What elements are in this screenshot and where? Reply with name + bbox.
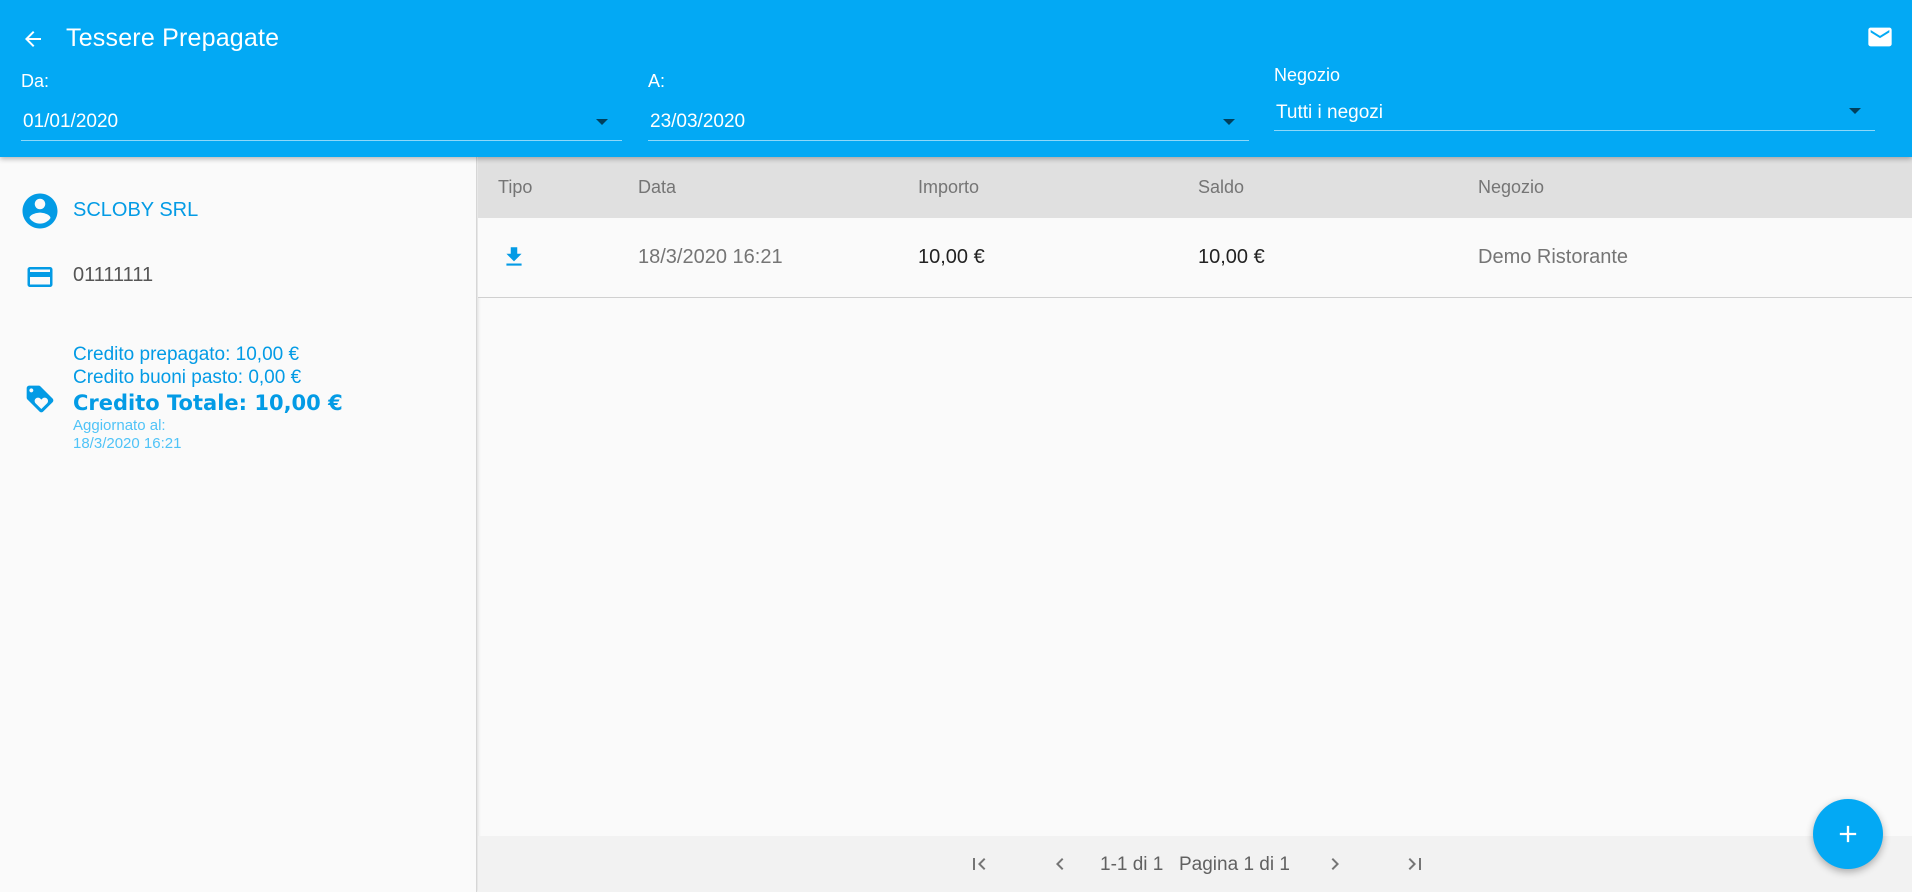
next-page-button[interactable] [1320,849,1350,879]
shop-underline [1274,130,1875,131]
date-to-underline [648,140,1249,141]
date-to-select[interactable]: A: 23/03/2020 [648,70,1249,141]
card-details-panel: SCLOBY SRL 01111111 Credito prepagato: 1… [0,157,477,892]
dropdown-arrow-icon [1223,119,1235,125]
transactions-table: Tipo Data Importo Saldo Negozio 18/3/202… [478,157,1912,892]
pagination-bar: 1-1 di 1 Pagina 1 di 1 [478,836,1912,892]
mail-icon [1868,27,1892,47]
first-page-icon [973,858,986,870]
total-credit: Credito Totale: 10,00 € [73,391,343,415]
customer-name[interactable]: SCLOBY SRL [73,199,198,222]
mail-button[interactable] [1864,22,1896,52]
pagination-range: 1-1 di 1 [1100,854,1164,875]
date-to-label: A: [648,71,666,91]
download-icon [501,244,527,270]
card-number: 01111111 [73,264,154,286]
shop-label: Negozio [1274,65,1341,85]
first-page-button[interactable] [964,849,994,879]
credit-card-icon [25,262,55,292]
pagination-page: Pagina 1 di 1 [1179,854,1290,875]
shop-select[interactable]: Negozio Tutti i negozi [1274,64,1875,131]
back-button[interactable] [18,24,48,54]
row-date: 18/3/2020 16:21 [638,246,783,268]
column-header-importo[interactable]: Importo [918,177,979,198]
table-header: Tipo Data Importo Saldo Negozio [478,157,1912,218]
row-amount: 10,00 € [918,246,985,268]
updated-timestamp: 18/3/2020 16:21 [73,435,182,452]
last-page-icon [1408,858,1421,870]
last-page-button[interactable] [1400,849,1430,879]
app-toolbar: Tessere Prepagate Da: 01/01/2020 A: 23/0… [0,0,1912,157]
row-shop: Demo Ristorante [1478,246,1629,268]
date-from-value: 01/01/2020 [23,111,119,132]
chevron-right-icon [1331,858,1339,870]
account-circle-icon [19,190,61,232]
date-from-label: Da: [21,71,50,91]
dropdown-arrow-icon [596,119,608,125]
date-to-value: 23/03/2020 [650,111,746,132]
date-from-select[interactable]: Da: 01/01/2020 [21,70,622,141]
prepaid-credit: Credito prepagato: 10,00 € [73,344,300,365]
chevron-left-icon [1056,858,1064,870]
plus-icon [1839,825,1857,843]
page-title: Tessere Prepagate [66,24,280,52]
arrow-left-icon [25,31,41,47]
credit-summary: Credito prepagato: 10,00 € Credito buoni… [73,343,343,453]
table-row[interactable]: 18/3/2020 16:21 10,00 € 10,00 € Demo Ris… [478,218,1912,298]
updated-label: Aggiornato al: [73,417,166,434]
column-header-data[interactable]: Data [638,177,676,198]
shop-value: Tutti i negozi [1276,102,1384,123]
column-header-negozio[interactable]: Negozio [1478,177,1544,198]
row-balance: 10,00 € [1198,246,1265,268]
date-from-underline [21,140,622,141]
previous-page-button[interactable] [1045,849,1075,879]
column-header-tipo[interactable]: Tipo [498,177,532,198]
dropdown-arrow-icon [1849,108,1861,114]
loyalty-tag-icon [24,383,56,415]
meal-voucher-credit: Credito buoni pasto: 0,00 € [73,367,302,388]
add-button[interactable] [1813,799,1883,869]
column-header-saldo[interactable]: Saldo [1198,177,1244,198]
